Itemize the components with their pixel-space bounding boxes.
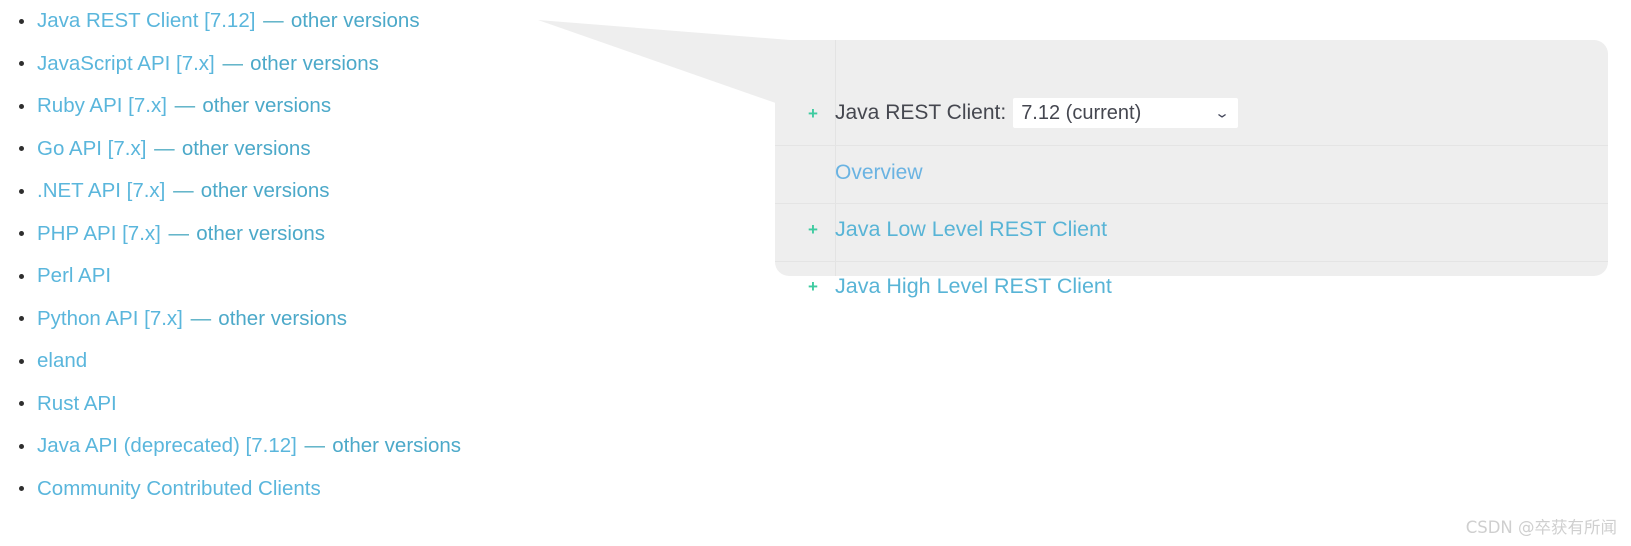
screenshot-root: Java REST Client [7.12] — other versions… [0,0,1631,546]
list-item[interactable]: Java REST Client [7.12] — other versions [0,0,700,43]
em-dash: — [222,51,243,75]
em-dash: — [304,434,326,457]
list-item[interactable]: eland [0,340,700,383]
client-link[interactable]: eland [37,349,87,372]
version-select[interactable]: 7.12 (current) ⌄ [1013,98,1239,128]
em-dash: — [168,221,190,245]
list-item[interactable]: PHP API [7.x] — other versions [0,213,700,256]
client-version: [7.x] [107,136,147,160]
panel-row-label[interactable]: Overview [835,161,923,185]
watermark: CSDN @卒获有所闻 [1465,518,1617,537]
client-link[interactable]: PHP API [37,222,116,245]
expander-plus-icon[interactable]: + [805,105,821,122]
other-versions-link[interactable]: other versions [250,52,379,75]
other-versions-link[interactable]: other versions [182,137,311,160]
client-link[interactable]: Go API [37,137,102,160]
expander-plus-icon[interactable]: + [805,221,821,238]
panel-header-label: Java REST Client: [835,101,1007,124]
client-version: [7.x] [144,306,183,330]
callout-panel: + Java REST Client: 7.12 (current) ⌄ Ove… [775,40,1608,298]
list-item[interactable]: Ruby API [7.x] — other versions [0,85,700,128]
expander-plus-icon[interactable]: + [805,278,821,295]
client-link[interactable]: Python API [37,307,138,330]
list-item[interactable]: Go API [7.x] — other versions [0,128,700,171]
chevron-down-icon: ⌄ [1214,105,1231,121]
other-versions-link[interactable]: other versions [202,94,331,117]
client-link[interactable]: Ruby API [37,94,122,117]
client-link[interactable]: Java API (deprecated) [37,434,240,457]
other-versions-link[interactable]: other versions [291,9,420,32]
client-version: [7.x] [176,51,215,75]
row-separator [775,261,1608,262]
client-link[interactable]: .NET API [37,179,121,202]
other-versions-link[interactable]: other versions [196,222,325,245]
panel-row-java-high-level-rest-client[interactable]: + Java High Level REST Client [775,265,1608,307]
list-item[interactable]: .NET API [7.x] — other versions [0,170,700,213]
list-item[interactable]: Python API [7.x] — other versions [0,298,700,341]
clients-list: Java REST Client [7.12] — other versions… [0,0,700,510]
client-version: [7.12] [204,9,256,32]
row-separator [775,203,1608,204]
list-item[interactable]: Java API (deprecated) [7.12] — other ver… [0,425,700,468]
list-item[interactable]: Perl API [0,255,700,298]
panel-header-text: Java REST Client: 7.12 (current) ⌄ [835,98,1239,128]
em-dash: — [190,306,212,330]
other-versions-link[interactable]: other versions [218,307,347,330]
client-link[interactable]: Rust API [37,392,117,415]
list-item[interactable]: Rust API [0,383,700,426]
client-version: [7.x] [126,179,166,202]
panel-row-java-low-level-rest-client[interactable]: + Java Low Level REST Client [775,208,1608,250]
panel-row-overview[interactable]: Overview [775,152,1608,194]
em-dash: — [154,136,175,160]
client-link[interactable]: Community Contributed Clients [37,477,321,500]
client-version: [7.12] [245,434,297,457]
em-dash: — [174,94,196,117]
em-dash: — [263,9,284,32]
em-dash: — [173,179,194,202]
client-link[interactable]: Perl API [37,264,111,287]
client-link[interactable]: Java REST Client [37,9,198,32]
panel-row-java-rest-client[interactable]: + Java REST Client: 7.12 (current) ⌄ [775,91,1608,135]
client-link[interactable]: JavaScript API [37,52,170,75]
list-item[interactable]: JavaScript API [7.x] — other versions [0,43,700,86]
version-select-value: 7.12 (current) [1021,101,1142,124]
panel-row-label[interactable]: Java High Level REST Client [835,274,1112,299]
client-version: [7.x] [128,94,167,117]
client-version: [7.x] [122,221,161,245]
other-versions-link[interactable]: other versions [332,434,461,457]
panel-row-label[interactable]: Java Low Level REST Client [835,217,1107,242]
row-separator [775,145,1608,146]
list-item[interactable]: Community Contributed Clients [0,468,700,511]
other-versions-link[interactable]: other versions [201,179,330,202]
